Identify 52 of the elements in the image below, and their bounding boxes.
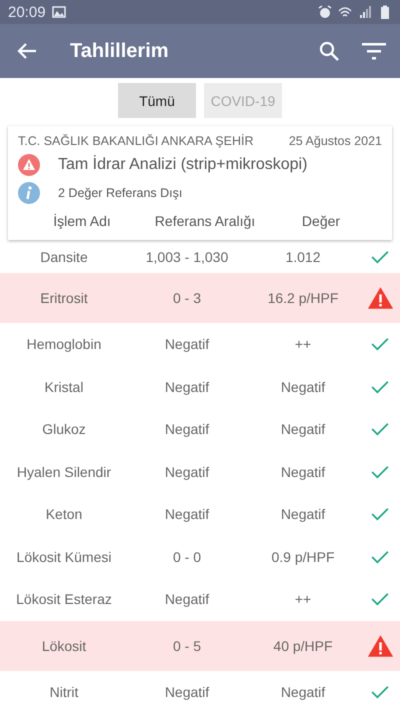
- signal-icon: [358, 5, 372, 19]
- reference-range: Negatif: [164, 591, 210, 608]
- summary-text: 2 Değer Referans Dışı: [58, 186, 182, 200]
- status-time: 20:09: [8, 4, 46, 20]
- result-value: Negatif: [280, 684, 326, 700]
- battery-icon: [378, 5, 392, 19]
- filter-icon[interactable]: [362, 41, 386, 61]
- result-value: Negatif: [280, 506, 326, 522]
- filter-tab[interactable]: Tümü: [118, 83, 196, 118]
- result-value: Negatif: [280, 464, 326, 480]
- column-header: Referans Aralığı: [154, 213, 256, 229]
- reference-range: Negatif: [164, 464, 210, 480]
- reference-range: 0 - 3: [172, 290, 202, 306]
- test-name: Tam İdrar Analizi (strip+mikroskopi): [58, 156, 308, 174]
- column-header: Değer: [300, 213, 342, 229]
- reference-range: Negatif: [164, 336, 210, 352]
- test-item-name: Nitrit: [48, 684, 80, 700]
- reference-range: 0 - 5: [172, 638, 202, 654]
- reference-range: Negatif: [164, 421, 210, 438]
- reference-range: Negatif: [164, 506, 210, 522]
- test-item-name: Kristal: [44, 378, 84, 395]
- search-icon[interactable]: [318, 40, 340, 62]
- test-item-name: Hemoglobin: [26, 336, 102, 352]
- result-value: Negatif: [280, 421, 326, 438]
- result-value: Negatif: [280, 378, 326, 395]
- result-date: 25 Ağustos 2021: [288, 134, 382, 148]
- test-item-name: Dansite: [39, 248, 89, 264]
- test-item-name: Keton: [44, 506, 84, 522]
- reference-range: 0 - 0: [172, 548, 202, 565]
- result-value: 40 p/HPF: [272, 638, 334, 654]
- alarm-icon: [318, 5, 332, 19]
- result-value: ++: [294, 591, 312, 608]
- gallery-icon: [52, 5, 66, 19]
- result-value: ++: [294, 336, 312, 352]
- column-header: İşlem Adı: [52, 213, 112, 229]
- test-item-name: Eritrosit: [39, 290, 89, 306]
- test-item-name: Hyalen Silendir: [16, 464, 112, 480]
- result-value: 16.2 p/HPF: [266, 290, 340, 306]
- result-value: 0.9 p/HPF: [270, 548, 336, 565]
- test-item-name: Lökosit Kümesi: [16, 548, 112, 565]
- wifi-icon: [338, 5, 352, 19]
- test-item-name: Lökosit: [40, 638, 88, 654]
- reference-range: Negatif: [164, 684, 210, 700]
- reference-range: 1,003 - 1,030: [144, 248, 230, 264]
- app-title: Tahlillerim: [70, 40, 170, 62]
- test-item-name: Lökosit Esteraz: [15, 591, 113, 608]
- warning-icon: [18, 154, 40, 176]
- result-value: 1.012: [284, 248, 322, 264]
- reference-range: Negatif: [164, 378, 210, 395]
- test-item-name: Glukoz: [41, 421, 87, 438]
- institution-name: T.C. SAĞLIK BAKANLIĞI ANKARA ŞEHİR: [18, 134, 254, 148]
- info-icon: [18, 182, 40, 204]
